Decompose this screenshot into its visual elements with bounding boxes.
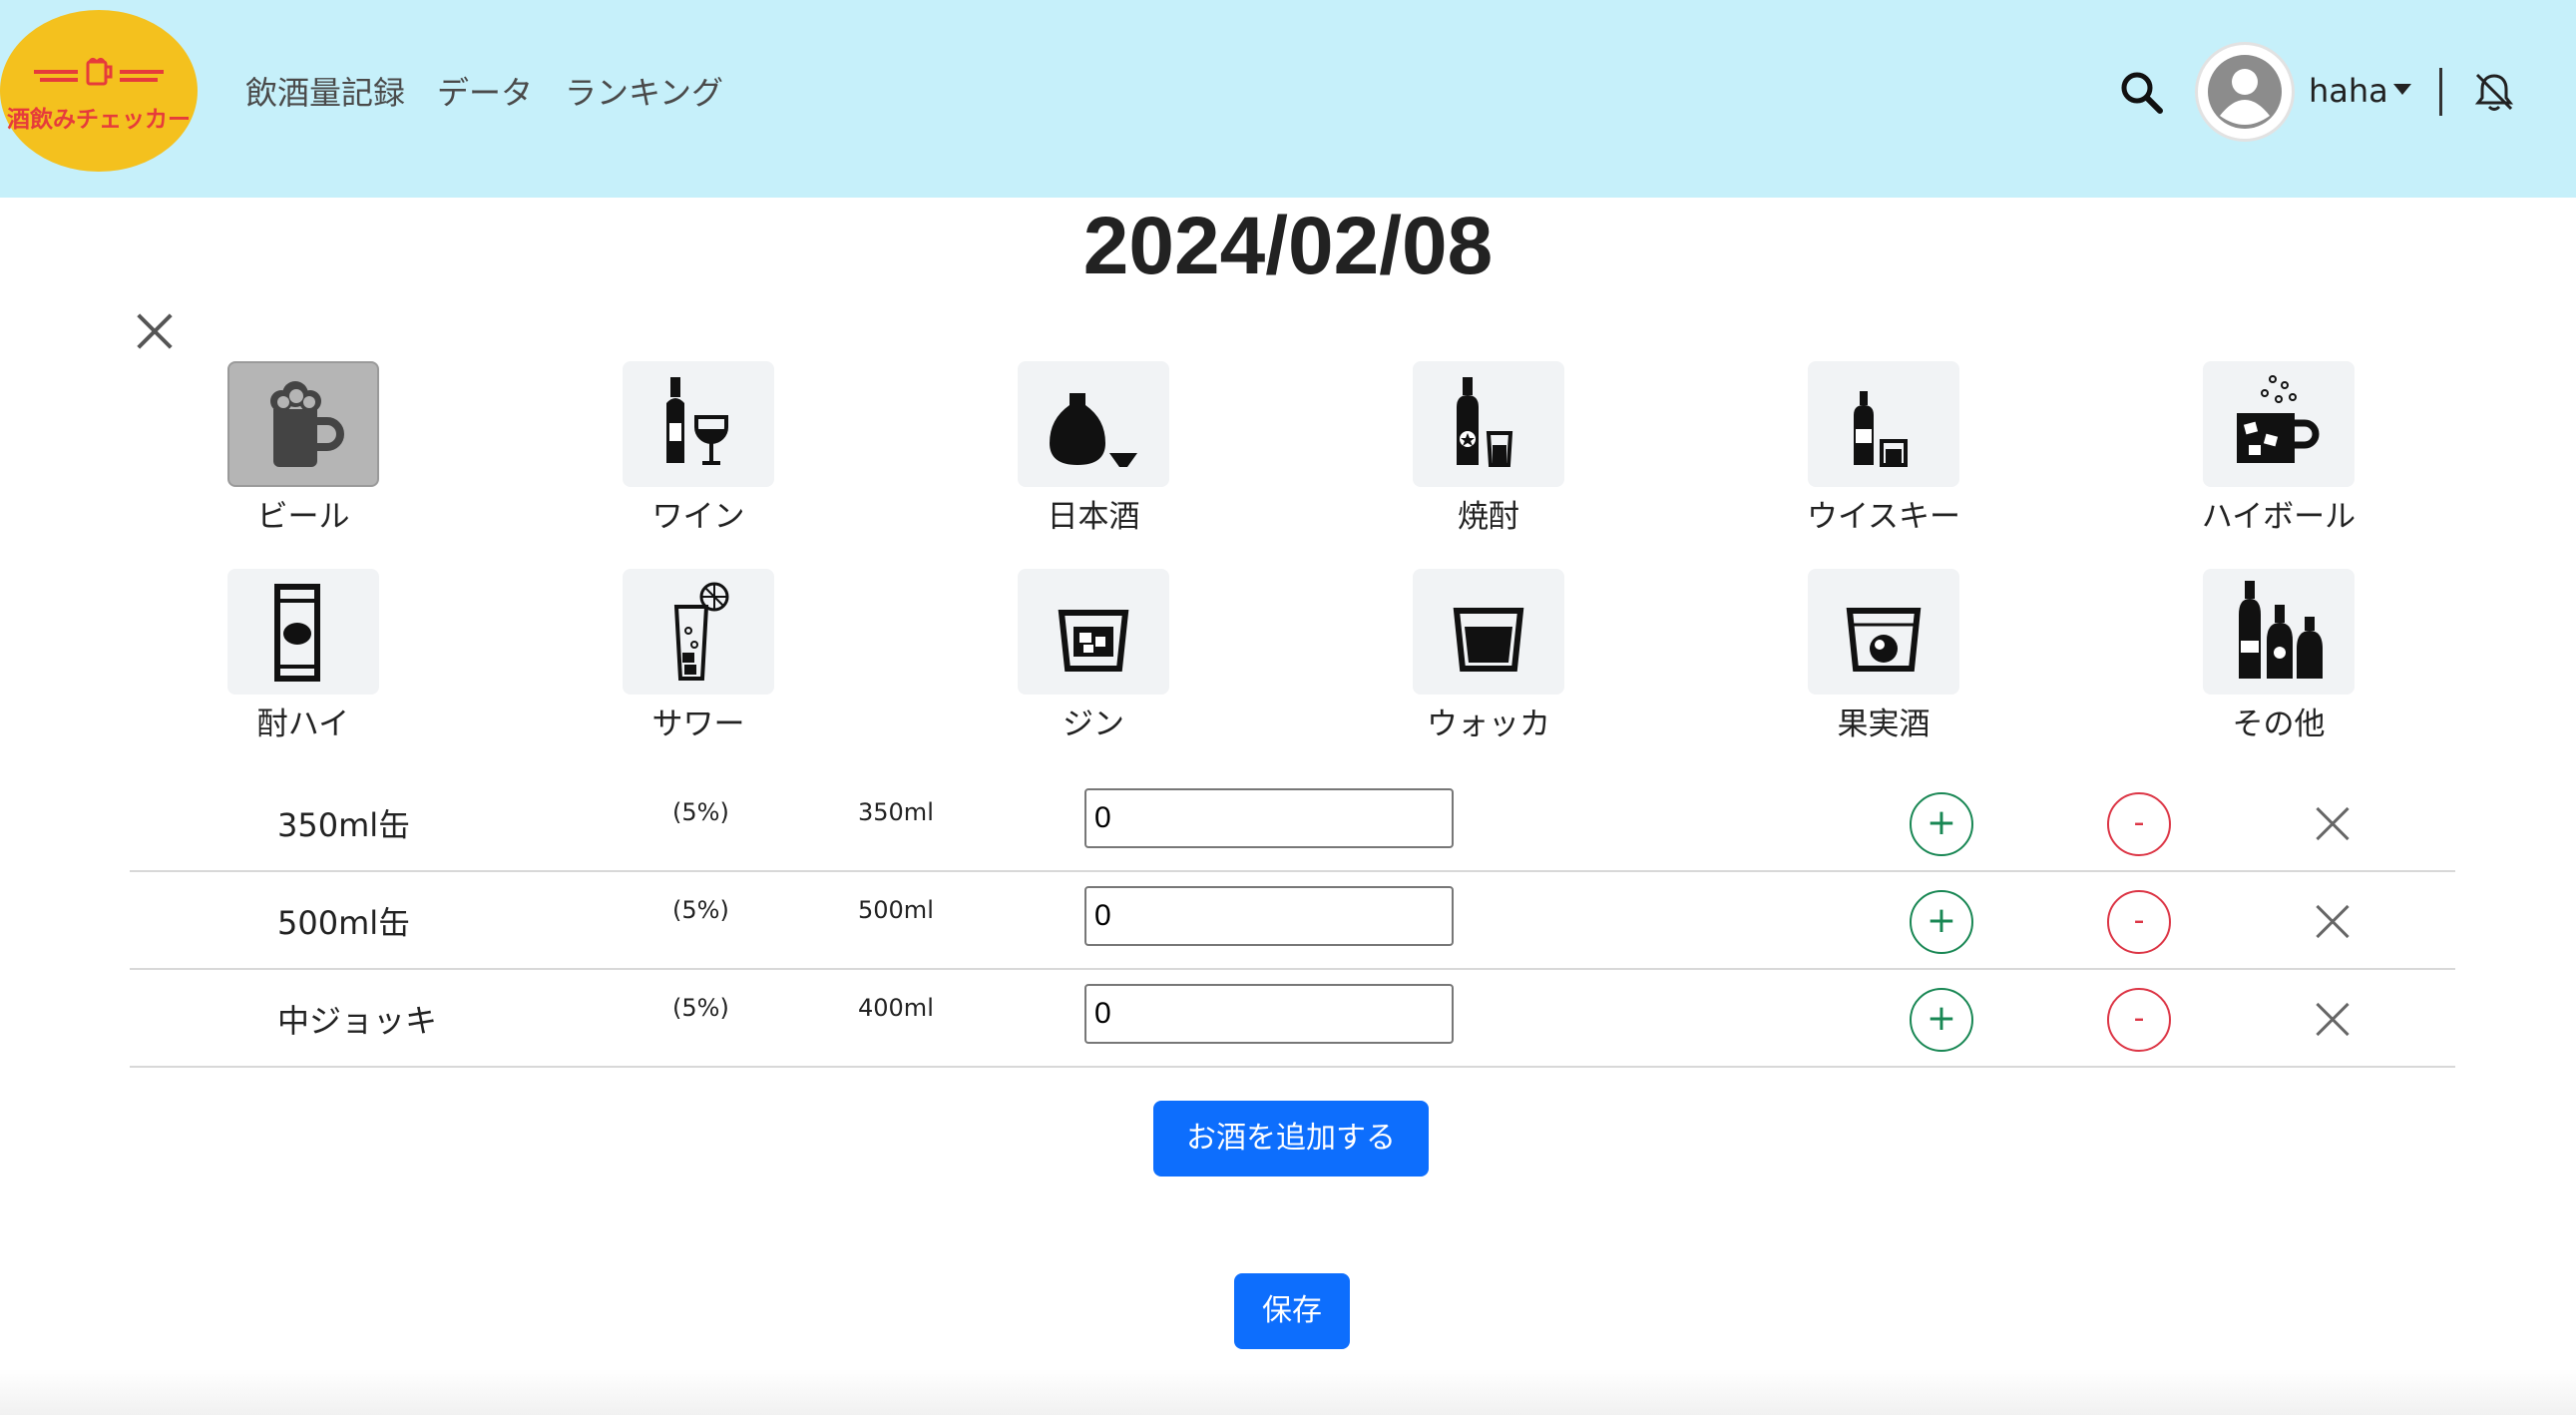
category-label: ウォッカ [1427,707,1550,742]
category-beer[interactable]: ビール [223,361,383,536]
search-button[interactable] [2117,68,2165,116]
category-highball[interactable]: ハイボール [2199,361,2359,536]
add-drink-button[interactable]: お酒を追加する [1153,1101,1429,1177]
avatar[interactable] [2195,42,2295,142]
category-sour[interactable]: サワー [619,569,778,743]
category-label: ジン [1063,707,1124,742]
category-box[interactable] [227,361,379,487]
increment-button[interactable]: + [1910,890,1973,954]
category-wine[interactable]: ワイン [619,361,778,536]
category-box[interactable] [1808,569,1959,695]
category-box[interactable] [623,361,774,487]
decrement-button[interactable]: - [2107,890,2171,954]
bottles-icon [2239,581,2323,679]
wine-icon [666,377,728,465]
can-icon [274,584,320,682]
remove-drink-icon[interactable] [2315,806,2351,842]
category-box[interactable] [2203,361,2355,487]
category-box[interactable] [1018,361,1169,487]
category-label: ハイボール [2201,499,2357,535]
category-label: ワイン [651,499,745,535]
bell-slash-icon [2474,73,2514,111]
category-chuhai[interactable]: 酎ハイ [223,569,383,743]
search-icon [2121,72,2163,114]
decrement-button[interactable]: - [2107,792,2171,856]
nav-drink-record[interactable]: 飲酒量記録 [245,68,405,114]
page-bottom-shade [0,1369,2576,1415]
shochu-icon [1457,377,1513,467]
category-box[interactable] [1413,569,1564,695]
sake-icon [1050,393,1137,467]
divider [2439,68,2442,116]
category-label: 日本酒 [1047,499,1140,535]
drink-abv: (5%) [672,798,729,826]
drink-name: 500ml缶 [277,904,411,942]
drink-row: 500ml缶 (5%) 500ml + - [130,872,2455,970]
drink-volume: 350ml [858,798,934,826]
increment-button[interactable]: + [1910,792,1973,856]
drink-abv: (5%) [672,994,729,1022]
increment-button[interactable]: + [1910,988,1973,1052]
remove-drink-icon[interactable] [2315,904,2351,940]
drink-count-input[interactable] [1084,984,1454,1044]
category-label: 果実酒 [1837,707,1931,742]
drink-name: 中ジョッキ [277,1002,438,1040]
category-other[interactable]: その他 [2199,569,2359,743]
category-box[interactable] [1413,361,1564,487]
notification-button[interactable] [2472,70,2516,114]
category-box[interactable] [1808,361,1959,487]
highball-icon [2237,375,2320,463]
gin-glass-icon [1058,610,1129,672]
beer-mug-icon [270,381,344,467]
category-gin[interactable]: ジン [1014,569,1173,743]
category-box[interactable] [623,569,774,695]
drink-abv: (5%) [672,896,729,924]
logo-text: 酒飲みチェッカー [7,107,191,133]
close-button[interactable] [134,311,174,351]
app-logo[interactable]: 酒飲みチェッカー [0,10,198,172]
category-box[interactable] [1018,569,1169,695]
category-shochu[interactable]: 焼酎 [1409,361,1568,536]
page-title-date: 2024/02/08 [1082,201,1494,291]
user-name[interactable]: haha [2309,72,2388,110]
vodka-glass-icon [1453,608,1524,672]
nav-data[interactable]: データ [437,68,533,114]
save-button[interactable]: 保存 [1234,1273,1350,1349]
category-fruit-liquor[interactable]: 果実酒 [1804,569,1963,743]
drink-count-input[interactable] [1084,886,1454,946]
category-label: ビール [256,499,350,535]
category-label: その他 [2232,707,2326,742]
category-label: ウイスキー [1806,499,1961,535]
drink-volume: 400ml [858,994,934,1022]
category-vodka[interactable]: ウォッカ [1409,569,1568,743]
beer-logo-icon [34,57,164,86]
nav-ranking[interactable]: ランキング [565,68,723,114]
category-label: サワー [651,707,745,742]
category-label: 焼酎 [1458,499,1519,535]
category-label: 酎ハイ [256,707,350,742]
drink-name: 350ml缶 [277,806,411,844]
drink-row: 中ジョッキ (5%) 400ml + - [130,970,2455,1068]
drink-count-input[interactable] [1084,788,1454,848]
whisky-icon [1854,391,1908,467]
drink-volume: 500ml [858,896,934,924]
sour-glass-icon [673,582,729,681]
navbar: 酒飲みチェッカー 飲酒量記録 データ ランキング haha [0,0,2576,198]
category-box[interactable] [2203,569,2355,695]
category-sake[interactable]: 日本酒 [1014,361,1173,536]
user-icon [2208,55,2282,129]
dropdown-caret-icon[interactable] [2393,84,2411,95]
fruit-liquor-icon [1846,608,1922,672]
drink-row: 350ml缶 (5%) 350ml + - [130,774,2455,872]
decrement-button[interactable]: - [2107,988,2171,1052]
category-box[interactable] [227,569,379,695]
category-whisky[interactable]: ウイスキー [1804,361,1963,536]
remove-drink-icon[interactable] [2315,1002,2351,1038]
